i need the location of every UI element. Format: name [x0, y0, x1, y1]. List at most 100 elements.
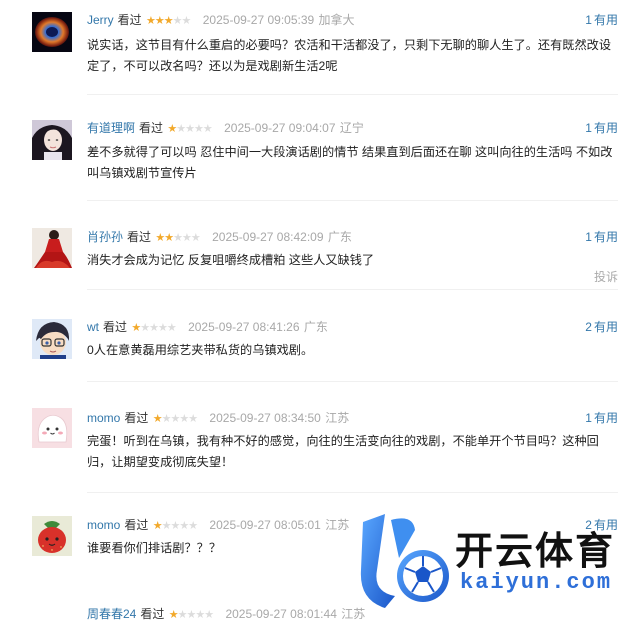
- star-empty-icon: ★: [194, 123, 204, 135]
- star-filled-icon: ★: [131, 322, 141, 334]
- username-link[interactable]: 周春春24: [87, 607, 136, 621]
- rating-stars: ★★★★★: [155, 230, 201, 246]
- star-empty-icon: ★: [204, 609, 214, 621]
- rating-stars: ★★★★★: [168, 607, 214, 623]
- star-empty-icon: ★: [202, 123, 213, 135]
- star-empty-icon: ★: [166, 322, 177, 334]
- report-link[interactable]: 投诉: [594, 268, 618, 285]
- star-empty-icon: ★: [179, 413, 189, 425]
- useful-button[interactable]: 有用: [594, 411, 618, 425]
- comment-text: 0人在意黄磊用综艺夹带私货的乌镇戏剧。: [87, 343, 314, 357]
- vote-count[interactable]: 1 有用: [585, 12, 618, 28]
- comment-time: 2025-09-27 09:05:39: [202, 13, 315, 27]
- rating-stars: ★★★★★: [153, 411, 198, 427]
- rating-stars: ★★★★★: [146, 13, 192, 29]
- comment-time: 2025-09-27 08:05:01: [209, 518, 321, 532]
- divider: [87, 94, 618, 95]
- username-link[interactable]: 肖孙孙: [87, 230, 123, 244]
- comment-location: 广东: [303, 320, 328, 334]
- star-empty-icon: ★: [172, 15, 183, 27]
- star-empty-icon: ★: [186, 609, 196, 621]
- vote-count[interactable]: 2 有用: [585, 319, 618, 335]
- dark-avatar[interactable]: [32, 606, 72, 616]
- star-filled-icon: ★: [168, 609, 179, 621]
- comment-time: 2025-09-27 08:01:44: [225, 607, 337, 621]
- comment-text: 差不多就得了可以吗 忍住中间一大段演话剧的情节 结果直到后面还在聊 这叫向往的生…: [87, 145, 613, 180]
- vote-number: 1: [585, 411, 592, 425]
- username-link[interactable]: 有道理啊: [87, 121, 135, 135]
- review-meta: wt 看过 ★★★★★ 2025-09-27 08:41:26 广东: [87, 319, 328, 335]
- vote-number: 2: [585, 320, 592, 334]
- star-empty-icon: ★: [188, 413, 198, 425]
- divider: [87, 289, 618, 290]
- username-link[interactable]: Jerry: [87, 13, 114, 27]
- vote-number: 1: [585, 13, 592, 27]
- rating-stars: ★★★★★: [131, 320, 177, 336]
- star-empty-icon: ★: [195, 609, 205, 621]
- rating-stars: ★★★★★: [167, 121, 213, 137]
- comment-location: 江苏: [325, 411, 350, 425]
- watch-status: 看过: [124, 411, 149, 425]
- comment-time: 2025-09-27 08:42:09: [212, 230, 324, 244]
- star-filled-icon: ★: [154, 15, 165, 27]
- star-empty-icon: ★: [170, 520, 180, 532]
- kaiyun-watermark: 开云体育 kaiyun.com: [355, 500, 640, 616]
- comment-location: 江苏: [325, 518, 350, 532]
- rating-stars: ★★★★★: [152, 518, 198, 534]
- divider: [87, 381, 618, 382]
- username-link[interactable]: momo: [87, 411, 120, 425]
- divider: [87, 492, 618, 493]
- watch-status: 看过: [117, 13, 142, 27]
- watch-status: 看过: [124, 518, 149, 532]
- review-meta: 肖孙孙 看过 ★★★★★ 2025-09-27 08:42:09 广东: [87, 229, 352, 245]
- star-empty-icon: ★: [181, 15, 192, 27]
- vote-count[interactable]: 1 有用: [585, 410, 618, 426]
- star-filled-icon: ★: [167, 123, 177, 135]
- comment-time: 2025-09-27 08:34:50: [209, 411, 321, 425]
- star-empty-icon: ★: [179, 520, 189, 532]
- comment-location: 辽宁: [339, 121, 364, 135]
- star-empty-icon: ★: [140, 322, 150, 334]
- vote-count[interactable]: 1 有用: [585, 120, 618, 136]
- watch-status: 看过: [103, 320, 128, 334]
- star-filled-icon: ★: [155, 232, 165, 244]
- useful-button[interactable]: 有用: [594, 320, 618, 334]
- star-empty-icon: ★: [149, 322, 159, 334]
- useful-button[interactable]: 有用: [594, 230, 618, 244]
- woman-portrait-avatar[interactable]: [32, 120, 72, 160]
- comment-location: 广东: [327, 230, 352, 244]
- star-filled-icon: ★: [163, 15, 174, 27]
- cute-blob-avatar[interactable]: [32, 408, 72, 448]
- review-meta: 周春春24 看过 ★★★★★ 2025-09-27 08:01:44 江苏: [87, 606, 365, 622]
- star-filled-icon: ★: [152, 520, 163, 532]
- anime-boy-avatar[interactable]: [32, 319, 72, 359]
- review-meta: momo 看过 ★★★★★ 2025-09-27 08:05:01 江苏: [87, 517, 349, 533]
- username-link[interactable]: momo: [87, 518, 120, 532]
- useful-button[interactable]: 有用: [594, 13, 618, 27]
- comment-text: 消失才会成为记忆 反复咀嚼终成槽粕 这些人又缺钱了: [87, 253, 375, 267]
- star-empty-icon: ★: [190, 232, 201, 244]
- red-dress-avatar[interactable]: [32, 228, 72, 268]
- vote-count[interactable]: 1 有用: [585, 229, 618, 245]
- star-empty-icon: ★: [182, 232, 192, 244]
- review-meta: 有道理啊 看过 ★★★★★ 2025-09-27 09:04:07 辽宁: [87, 120, 364, 136]
- useful-button[interactable]: 有用: [594, 121, 618, 135]
- comment-time: 2025-09-27 08:41:26: [188, 320, 300, 334]
- review-meta: momo 看过 ★★★★★ 2025-09-27 08:34:50 江苏: [87, 410, 349, 426]
- watermark-subtitle: kaiyun.com: [460, 570, 613, 595]
- watch-status: 看过: [139, 121, 164, 135]
- kaiyun-logo-icon: [355, 500, 465, 616]
- watch-status: 看过: [127, 230, 152, 244]
- star-empty-icon: ★: [176, 123, 186, 135]
- watermark-title: 开云体育: [455, 529, 616, 573]
- star-empty-icon: ★: [173, 232, 183, 244]
- comment-text: 完蛋！听到在乌镇，我有种不好的感觉，向往的生活变向往的戏剧，不能单开个节目吗？这…: [87, 434, 599, 469]
- username-link[interactable]: wt: [87, 320, 99, 334]
- star-empty-icon: ★: [188, 520, 198, 532]
- review-meta: Jerry 看过 ★★★★★ 2025-09-27 09:05:39 加拿大: [87, 12, 355, 28]
- vote-number: 1: [585, 121, 592, 135]
- galaxy-avatar[interactable]: [32, 12, 72, 52]
- comment-time: 2025-09-27 09:04:07: [224, 121, 336, 135]
- star-empty-icon: ★: [170, 413, 180, 425]
- strawberry-avatar[interactable]: [32, 516, 72, 556]
